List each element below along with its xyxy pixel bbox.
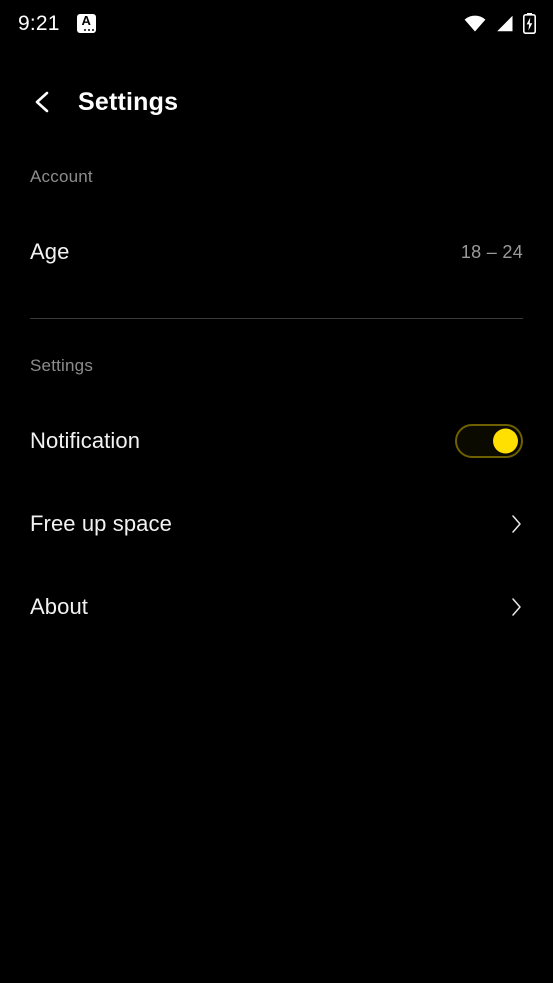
- back-button[interactable]: [25, 85, 59, 119]
- settings-row-age[interactable]: Age 18 – 24: [0, 224, 553, 280]
- battery-charging-icon: [523, 12, 536, 34]
- settings-row-notification-label: Notification: [30, 428, 141, 453]
- page-title: Settings: [78, 87, 179, 116]
- status-bar-left: 9:21 A: [18, 13, 96, 34]
- app-badge-dots: [84, 28, 95, 32]
- settings-row-about[interactable]: About: [0, 579, 553, 635]
- chevron-right-icon: [501, 596, 523, 618]
- app-badge-icon: A: [76, 12, 96, 33]
- cellular-signal-icon: [495, 15, 514, 32]
- settings-row-age-value: 18 – 24: [460, 242, 523, 262]
- settings-row-free-up-space-label: Free up space: [30, 511, 172, 536]
- chevron-right-icon: [501, 513, 523, 535]
- settings-content: Account Age 18 – 24 Settings Notificatio…: [0, 126, 553, 635]
- status-bar-clock: 9:21: [18, 11, 60, 35]
- app-badge-letter: A: [81, 12, 91, 28]
- settings-row-about-label: About: [30, 594, 88, 619]
- status-bar: 9:21 A: [0, 0, 553, 46]
- wifi-icon: [464, 15, 486, 32]
- section-header-account: Account: [30, 167, 93, 186]
- status-bar-right: [464, 12, 536, 34]
- section-header-settings: Settings: [30, 356, 94, 375]
- notification-toggle-thumb: [493, 428, 518, 454]
- page-header: Settings: [0, 78, 553, 126]
- settings-row-age-label: Age: [30, 239, 70, 264]
- chevron-left-icon: [32, 90, 52, 114]
- settings-row-free-up-space[interactable]: Free up space: [0, 496, 553, 552]
- settings-row-notification[interactable]: Notification: [0, 413, 553, 469]
- notification-toggle[interactable]: [455, 424, 523, 458]
- settings-screen: 9:21 A Settings Account Age 18 – 24 Sett…: [0, 0, 553, 983]
